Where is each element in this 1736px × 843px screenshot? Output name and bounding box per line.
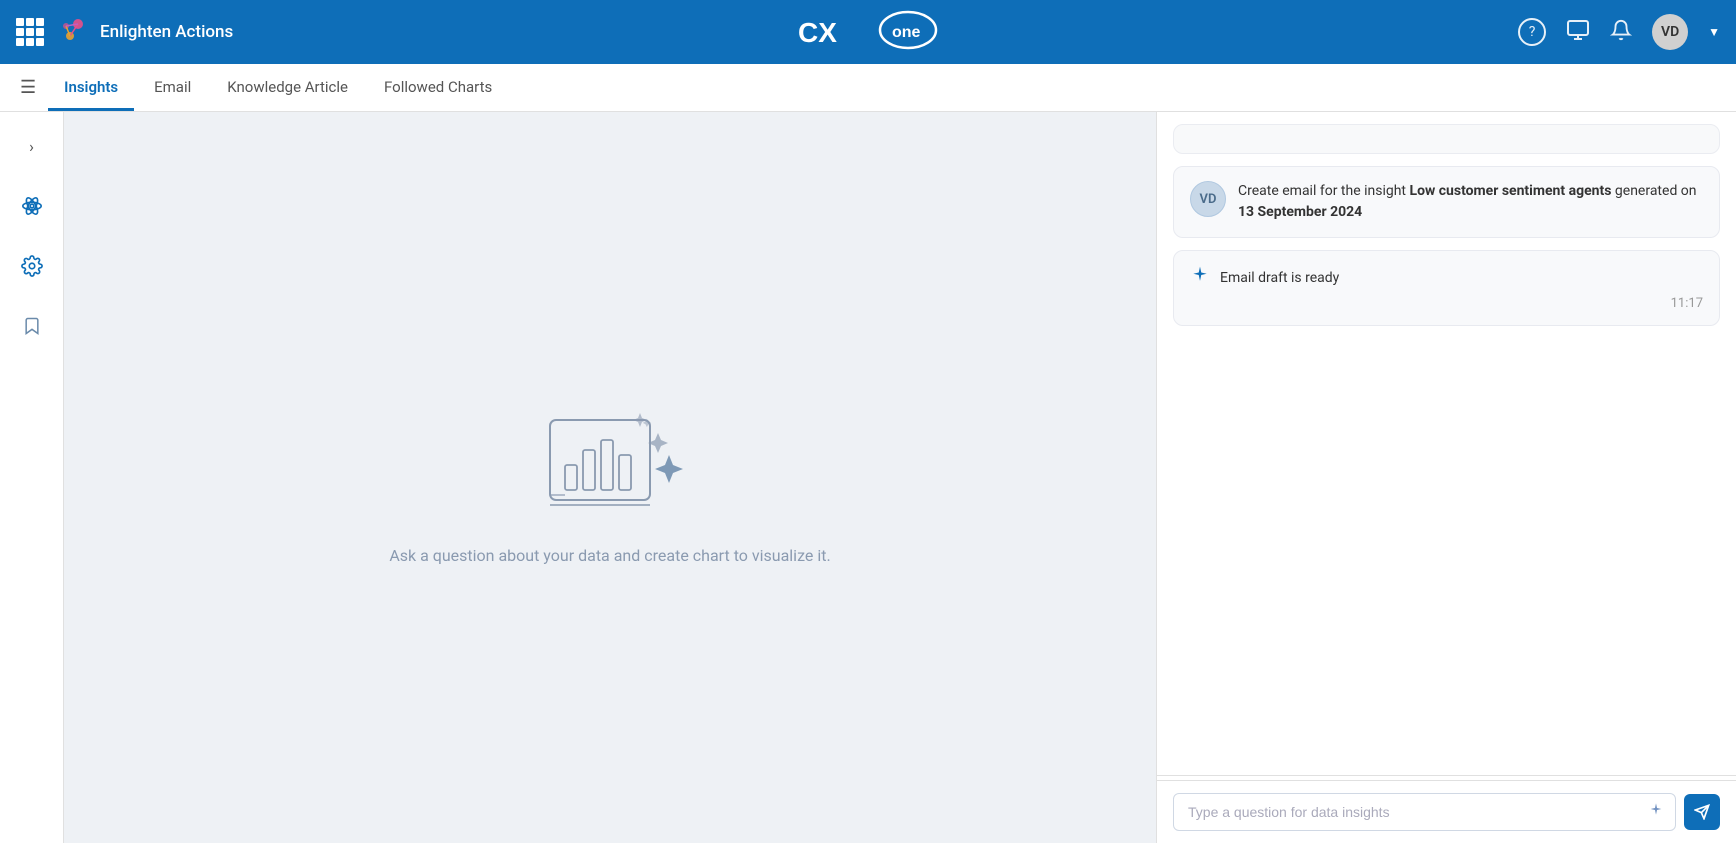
sub-navigation: ☰ Insights Email Knowledge Article Follo… [0,64,1736,112]
chart-illustration-icon [530,390,690,530]
message-card-partial [1173,124,1720,154]
tab-knowledge-article[interactable]: Knowledge Article [211,66,364,111]
tab-followed-charts[interactable]: Followed Charts [368,66,508,111]
bell-icon[interactable] [1610,19,1632,46]
divider [1157,775,1736,776]
brand-name: Enlighten Actions [100,22,233,42]
svg-text:one: one [892,24,921,41]
tab-insights[interactable]: Insights [48,66,134,111]
message-timestamp: 11:17 [1190,296,1703,311]
cxone-logo: CX one [798,10,938,50]
top-navigation: Enlighten Actions CX one ? VD ▼ [0,0,1736,64]
user-menu-chevron-icon[interactable]: ▼ [1708,25,1720,39]
tab-email[interactable]: Email [138,66,207,111]
ai-sparkle-icon [1190,265,1210,290]
left-sidebar: › [0,112,64,843]
chat-input-area [1157,780,1736,843]
svg-text:CX: CX [798,17,837,48]
nav-right: ? VD ▼ [1518,14,1720,50]
empty-state: Ask a question about your data and creat… [389,390,830,565]
sidebar-settings-icon[interactable] [14,248,50,284]
nav-left: Enlighten Actions [16,14,233,50]
user-avatar[interactable]: VD [1652,14,1688,50]
chevron-right-icon: › [29,137,34,156]
message-card-user: VD Create email for the insight Low cust… [1173,166,1720,238]
apps-grid-icon[interactable] [16,18,44,46]
hamburger-menu-icon[interactable]: ☰ [12,77,44,98]
monitor-icon[interactable] [1566,18,1590,47]
main-layout: › [0,112,1736,843]
empty-state-text: Ask a question about your data and creat… [389,546,830,565]
brand-logo: Enlighten Actions [56,14,233,50]
sidebar-atom-icon[interactable] [14,188,50,224]
sidebar-bookmark-icon[interactable] [14,308,50,344]
message-header: VD Create email for the insight Low cust… [1190,181,1703,223]
right-chat-panel: VD Create email for the insight Low cust… [1156,112,1736,843]
send-icon [1694,804,1710,820]
help-icon[interactable]: ? [1518,18,1546,46]
enlighten-logo-icon [56,14,92,50]
chat-input-wrapper [1173,793,1676,831]
main-content-area: Ask a question about your data and creat… [64,112,1156,843]
chat-messages-list: VD Create email for the insight Low cust… [1157,112,1736,771]
ai-message-text: Email draft is ready [1220,270,1339,286]
chat-input[interactable] [1173,793,1676,831]
user-message-text: Create email for the insight Low custome… [1238,181,1703,223]
user-message-avatar: VD [1190,181,1226,217]
message-card-ai: Email draft is ready 11:17 [1173,250,1720,326]
sidebar-expand-button[interactable]: › [14,128,50,164]
ai-message-header: Email draft is ready [1190,265,1703,290]
send-button[interactable] [1684,794,1720,830]
cxone-logo-center: CX one [798,10,938,54]
